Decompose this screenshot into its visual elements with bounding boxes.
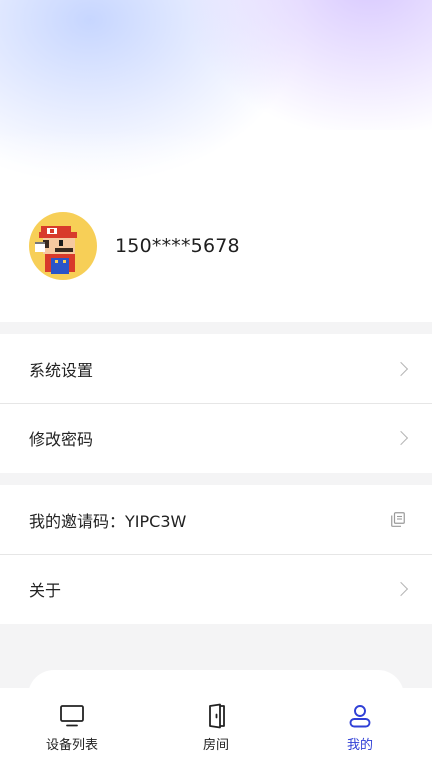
bottom-tabbar: 设备列表 房间 我的 xyxy=(0,688,432,768)
tab-rooms[interactable]: 房间 xyxy=(144,688,288,768)
tab-label: 设备列表 xyxy=(45,738,98,753)
menu-item-invite-code: 我的邀请码：YIPC3W xyxy=(0,485,432,554)
chevron-right-icon xyxy=(393,581,409,597)
tab-label: 房间 xyxy=(202,738,229,753)
tab-device-list[interactable]: 设备列表 xyxy=(0,688,144,768)
profile-header: 150****5678 xyxy=(0,0,432,322)
menu-item-label: 关于 xyxy=(29,581,62,600)
menu-item-about[interactable]: 关于 xyxy=(0,554,432,623)
user-phone: 150****5678 xyxy=(115,235,240,257)
menu-group-info: 我的邀请码：YIPC3W 关于 xyxy=(0,485,432,624)
user-icon xyxy=(349,705,371,728)
pixel-mario-avatar-icon xyxy=(35,226,77,274)
user-profile[interactable]: 150****5678 xyxy=(29,212,240,280)
menu-item-change-password[interactable]: 修改密码 xyxy=(0,403,432,472)
menu-group-settings: 系统设置 修改密码 xyxy=(0,334,432,473)
menu-item-label: 修改密码 xyxy=(29,430,94,449)
tab-label: 我的 xyxy=(346,738,373,753)
door-icon xyxy=(209,703,225,729)
avatar[interactable] xyxy=(29,212,97,280)
copy-icon[interactable] xyxy=(391,511,405,527)
chevron-right-icon xyxy=(393,430,409,446)
monitor-icon xyxy=(60,705,84,727)
invite-code-label: 我的邀请码：YIPC3W xyxy=(29,511,187,531)
tab-mine[interactable]: 我的 xyxy=(288,688,432,768)
menu-item-label: 系统设置 xyxy=(29,360,94,380)
chevron-right-icon xyxy=(393,361,409,376)
menu-item-system-settings[interactable]: 系统设置 xyxy=(0,334,432,403)
header-gradient-purple xyxy=(190,0,432,130)
